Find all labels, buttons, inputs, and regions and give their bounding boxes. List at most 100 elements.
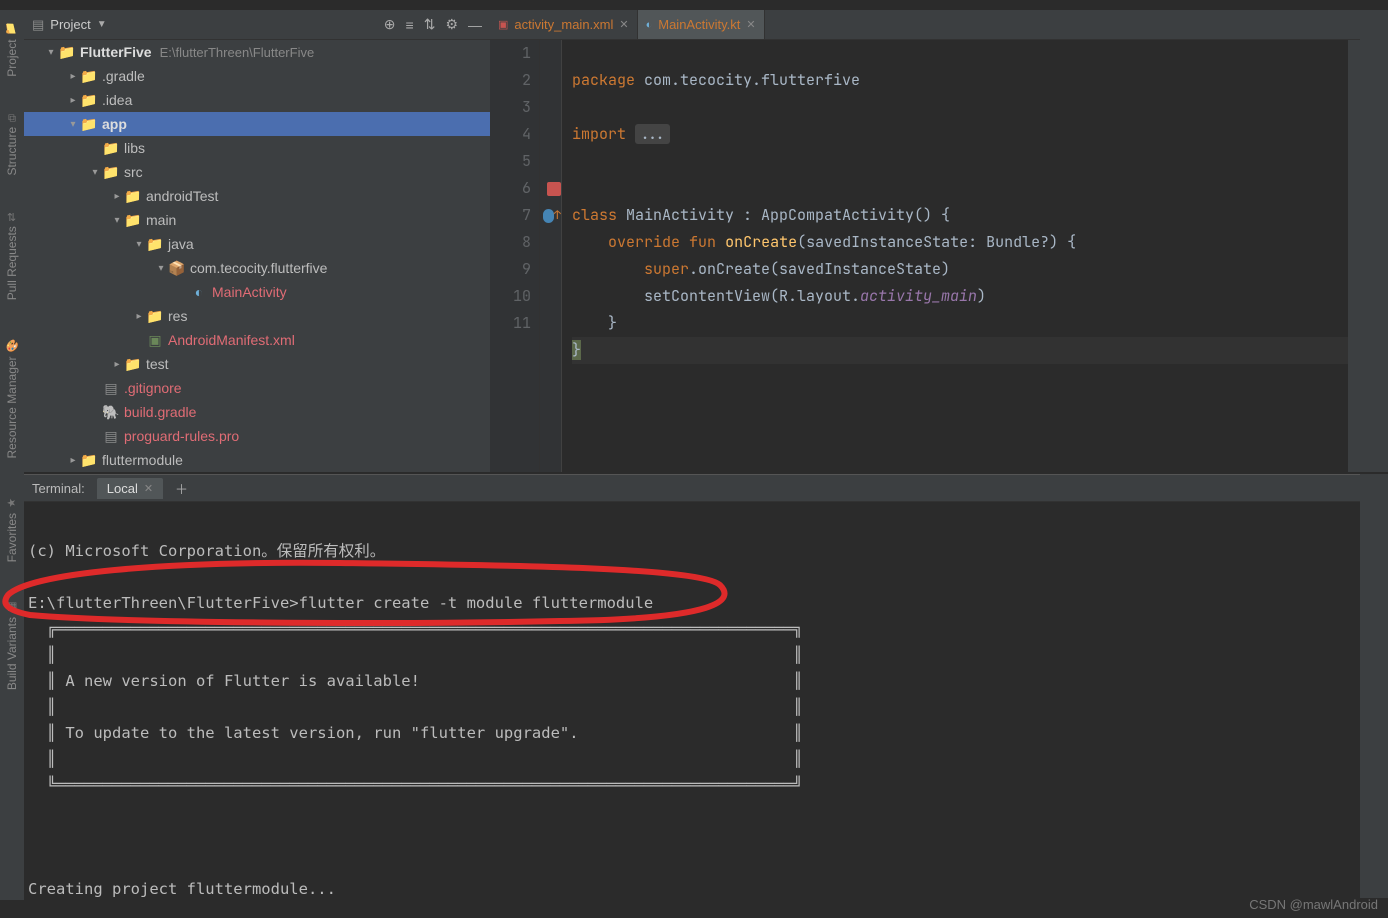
sort-icon[interactable]: ⇅	[424, 16, 436, 33]
tree-node-src[interactable]: ▾📁src	[24, 160, 490, 184]
manifest-icon: ▣	[146, 332, 164, 349]
chevron-right-icon[interactable]: ▸	[66, 95, 80, 106]
setcontent-post: )	[977, 286, 986, 306]
gear-icon[interactable]: ⚙	[445, 16, 458, 33]
chevron-right-icon[interactable]: ▸	[132, 311, 146, 322]
rail-resource-manager[interactable]: Resource Manager🎨	[5, 335, 19, 463]
code-body[interactable]: package com.tecocity.flutterfive import …	[562, 40, 1360, 472]
tree-label: FlutterFive	[80, 44, 152, 60]
folder-gray-icon: 📁	[124, 188, 142, 205]
rail-favorites[interactable]: Favorites★	[5, 492, 19, 566]
tree-node--idea[interactable]: ▸📁.idea	[24, 88, 490, 112]
chevron-down-icon: ▼	[97, 19, 107, 30]
tree-node-fluttermodule[interactable]: ▸📁fluttermodule	[24, 448, 490, 472]
folder-res-icon: 📁	[146, 308, 164, 325]
gitignore-icon: ▤	[102, 380, 120, 397]
tree-label: .gitignore	[124, 380, 182, 396]
tree-label: build.gradle	[124, 404, 196, 420]
kw-import: import	[572, 124, 626, 144]
tree-label: libs	[124, 140, 145, 156]
folder-root-icon: 📁	[58, 44, 76, 61]
chevron-down-icon[interactable]: ▾	[44, 47, 58, 58]
rail-structure[interactable]: Structure⧉	[5, 111, 19, 180]
tab-main-activity[interactable]: ◐ MainActivity.kt ✕	[638, 10, 765, 39]
close-icon[interactable]: ✕	[144, 482, 153, 495]
folder-blue-icon: 📁	[146, 236, 164, 253]
tree-node-test[interactable]: ▸📁test	[24, 352, 490, 376]
folder-gray-icon: 📁	[124, 212, 142, 229]
code-editor[interactable]: 1234567891011 ↑ package com.tecocity.flu…	[490, 40, 1360, 472]
tree-node-libs[interactable]: 📁libs	[24, 136, 490, 160]
pkg-name: com.tecocity.flutterfive	[635, 70, 860, 90]
chevron-right-icon[interactable]: ▸	[110, 359, 124, 370]
folder-gray-icon: 📁	[102, 140, 120, 157]
tree-node-proguard-rules-pro[interactable]: ▤proguard-rules.pro	[24, 424, 490, 448]
watermark: CSDN @mawlAndroid	[1249, 897, 1378, 912]
tree-node-app[interactable]: ▾📁app	[24, 112, 490, 136]
tree-label: MainActivity	[212, 284, 287, 300]
tree-path: E:\flutterThreen\FlutterFive	[160, 45, 315, 60]
chevron-down-icon[interactable]: ▾	[66, 119, 80, 130]
tree-label: java	[168, 236, 194, 252]
override-marker-icon	[543, 209, 554, 223]
up-arrow-icon: ↑	[554, 202, 561, 229]
import-fold[interactable]: ...	[635, 124, 670, 144]
fn-oncreate: onCreate	[725, 232, 797, 252]
target-icon[interactable]: ⊕	[384, 16, 396, 33]
project-tree[interactable]: ▾📁FlutterFiveE:\flutterThreen\FlutterFiv…	[24, 40, 490, 472]
chevron-down-icon[interactable]: ▾	[110, 215, 124, 226]
setcontent-pre: setContentView(R.layout.	[644, 286, 860, 306]
tree-node--gradle[interactable]: ▸📁.gradle	[24, 64, 490, 88]
tree-node-com-tecocity-flutterfive[interactable]: ▾📦com.tecocity.flutterfive	[24, 256, 490, 280]
tree-node-androidtest[interactable]: ▸📁androidTest	[24, 184, 490, 208]
minimize-icon[interactable]: —	[468, 17, 482, 33]
kw-super: super	[644, 259, 689, 279]
kw-package: package	[572, 70, 635, 90]
tab-label: activity_main.xml	[514, 17, 613, 32]
folder-gray-icon: 📁	[124, 356, 142, 373]
rail-pull-requests[interactable]: Pull Requests⇅	[5, 209, 19, 304]
folder-gray-icon: 📁	[80, 92, 98, 109]
term-box: ║ To update to the latest version, run "…	[47, 724, 803, 742]
tree-node-build-gradle[interactable]: 🐘build.gradle	[24, 400, 490, 424]
project-dropdown[interactable]: ▤ Project ▼	[32, 17, 107, 33]
tab-label: MainActivity.kt	[658, 17, 740, 32]
chevron-right-icon[interactable]: ▸	[66, 455, 80, 466]
term-box: ╔═══════════════════════════════════════…	[47, 620, 803, 638]
close-icon[interactable]: ✕	[619, 18, 628, 31]
kw-class: class	[572, 205, 617, 225]
chevron-down-icon[interactable]: ▾	[88, 167, 102, 178]
term-box: ╚═══════════════════════════════════════…	[47, 776, 803, 794]
terminal-label: Terminal:	[32, 481, 85, 496]
tree-label: .idea	[102, 92, 132, 108]
rail-build-variants[interactable]: Build Variants▦	[5, 596, 19, 694]
editor-tabs: ▣ activity_main.xml ✕ ◐ MainActivity.kt …	[490, 10, 1360, 40]
tree-icon[interactable]: ≡	[406, 17, 414, 33]
chevron-right-icon[interactable]: ▸	[110, 191, 124, 202]
chevron-down-icon[interactable]: ▾	[132, 239, 146, 250]
fn-sig: (savedInstanceState: Bundle?) {	[797, 232, 1076, 252]
project-title: Project	[50, 17, 90, 32]
tree-node--gitignore[interactable]: ▤.gitignore	[24, 376, 490, 400]
rail-project[interactable]: Project📁	[5, 18, 19, 81]
tree-node-res[interactable]: ▸📁res	[24, 304, 490, 328]
editor-scrollbar[interactable]	[1348, 40, 1360, 472]
terminal-output[interactable]: (c) Microsoft Corporation。保留所有权利。 E:\flu…	[24, 502, 1360, 898]
tree-node-androidmanifest-xml[interactable]: ▣AndroidManifest.xml	[24, 328, 490, 352]
folder-orange-icon: 📁	[80, 68, 98, 85]
terminal-tab-local[interactable]: Local ✕	[97, 478, 163, 499]
kotlin-icon: ◐	[646, 19, 653, 31]
tree-node-java[interactable]: ▾📁java	[24, 232, 490, 256]
close-icon[interactable]: ✕	[746, 18, 755, 31]
chevron-down-icon[interactable]: ▾	[154, 263, 168, 274]
tree-node-main[interactable]: ▾📁main	[24, 208, 490, 232]
tree-label: .gradle	[102, 68, 145, 84]
super-call: .onCreate(savedInstanceState)	[689, 259, 950, 279]
tab-activity-main[interactable]: ▣ activity_main.xml ✕	[490, 10, 638, 39]
chevron-right-icon[interactable]: ▸	[66, 71, 80, 82]
tree-label: test	[146, 356, 169, 372]
tree-node-flutterfive[interactable]: ▾📁FlutterFive E:\flutterThreen\FlutterFiv…	[24, 40, 490, 64]
tree-node-mainactivity[interactable]: ◐MainActivity	[24, 280, 490, 304]
folder-gray-icon: 📁	[102, 164, 120, 181]
add-terminal-button[interactable]: ＋	[175, 479, 188, 498]
